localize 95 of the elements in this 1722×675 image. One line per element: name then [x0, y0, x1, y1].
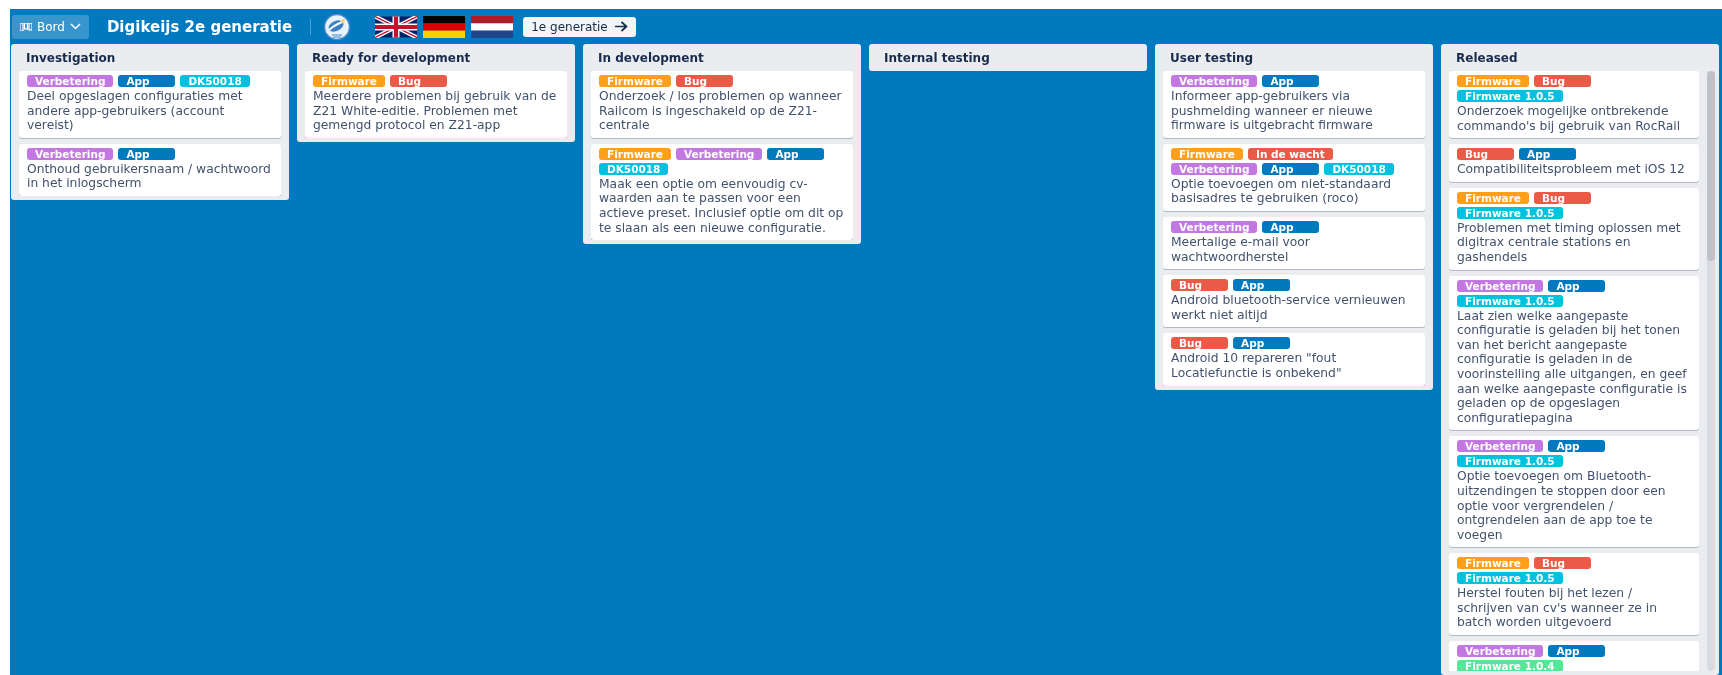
task-card[interactable]: Firmware Bug Firmware 1.0.5 Problemen met timing oplossen met digitrax centrale stations en gashendels [1449, 187, 1699, 270]
card-label: Verbetering [1171, 162, 1258, 175]
card-label: Bug [1457, 148, 1514, 161]
card-label: App [1233, 279, 1290, 292]
card-title: Maak een optie om eenvoudig cv-waarden aan te passen voor een actieve preset. Inclusief optie om dit op te slaan als een nieuwe configuratie. [599, 176, 845, 236]
task-card[interactable]: Verbetering App DK50018 Deel opgeslagen configuraties met andere app-gebruikers (account vereist) [19, 71, 281, 138]
card-label: Bug [1534, 75, 1591, 87]
card-label: Firmware 1.0.5 [1457, 294, 1563, 307]
task-card[interactable]: Firmware Bug Meerdere problemen bij gebruik van de Z21 White-editie. Problemen met gemengd protocol en Z21-app [305, 71, 567, 138]
card-label: App [1262, 75, 1320, 87]
card-title: Onthoud gebruikersnaam / wachtwoord in het inlogscherm [27, 161, 272, 191]
card-title: Laat zien welke aangepaste configuratie is geladen bij het tonen van het bericht aangepaste configuratie is geladen in de voorinstelling alle uitgangen, en geef aan welke aangepaste configuratie is geladen op de opgeslagen configuratiepagina [1457, 308, 1688, 426]
chevron-down-icon [69, 23, 81, 30]
card-label: Firmware [1457, 557, 1529, 570]
card-label: Bug [1171, 337, 1228, 350]
card-title: Android 10 repareren "fout Locatiefunctie is onbekend" [1171, 351, 1343, 381]
card-label: Bug [1171, 279, 1228, 292]
dutch-flag-icon[interactable] [471, 15, 514, 38]
card-label: Verbetering [1171, 220, 1258, 233]
card-label: Firmware 1.0.5 [1457, 206, 1563, 219]
card-label: App [1519, 148, 1576, 161]
card-title: Meertalige e-mail voor wachtwoordherstel [1171, 234, 1311, 265]
list-title[interactable]: Released [1441, 44, 1719, 71]
task-card[interactable]: Verbetering App Firmware 1.0.5 Optie toevoegen om Bluetooth-uitzendingen te stoppen door een optie voor vergrendelen / ontgrendelen aan de app toe te voegen [1449, 436, 1699, 548]
first-generation-link-button[interactable]: 1e generatie [523, 16, 636, 37]
card-label: Firmware [1457, 75, 1529, 87]
card-label: Firmware 1.0.5 [1457, 90, 1563, 102]
task-card[interactable] [1449, 275, 1699, 431]
card-label: Verbetering [1171, 75, 1258, 87]
card-title: Onderzoek / los problemen op wanneer Railcom is ingeschakeld op de Z21-centrale [599, 89, 843, 133]
card-label: Firmware 1.0.5 [1457, 572, 1563, 585]
globe-logo-icon[interactable] [323, 12, 352, 41]
uk-flag-icon[interactable] [375, 15, 418, 38]
list-title[interactable]: Investigation [11, 44, 289, 71]
card-label: Firmware [599, 75, 671, 87]
board-title: Digikeijs 2e generatie [106, 17, 293, 36]
card-label: App [1548, 645, 1606, 658]
board-icon [20, 22, 32, 31]
card-label: App [1262, 162, 1320, 175]
task-card[interactable]: Firmware Verbetering App DK50018 Maak een optie om eenvoudig cv-waarden aan te passen voor een actieve preset. Inclusief optie om dit op te slaan als een nieuwe configuratie. [591, 143, 853, 241]
card-title: Informeer app-gebruikers via pushmelding wanneer er nieuwe firmware is uitgebracht firmware [1171, 89, 1374, 133]
card-label: App [767, 147, 825, 160]
task-card[interactable]: Firmware Bug Onderzoek / los problemen op wanneer Railcom is ingeschakeld op de Z21-centrale [591, 71, 853, 138]
task-card[interactable]: Bug App Android 10 repareren "fout Locatiefunctie is onbekend" [1163, 333, 1425, 386]
card-label: Firmware [599, 147, 671, 160]
list-title[interactable]: In development [583, 44, 861, 71]
card-title: Deel opgeslagen configuraties met andere app-gebruikers (account vereist) [27, 89, 244, 133]
card-title: Herstel fouten bij het lezen / schrijven van cv's wanneer ze in batch worden uitgevoerd [1457, 586, 1659, 631]
card-label: App [1548, 279, 1606, 292]
card-label: Bug [390, 75, 447, 87]
card-label: App [118, 147, 176, 160]
task-card[interactable]: Verbetering App Informeer app-gebruikers via pushmelding wanneer er nieuwe firmware is uitgebracht firmware [1163, 71, 1425, 138]
card-label: Verbetering [1457, 645, 1544, 658]
task-card[interactable]: Verbetering App Onthoud gebruikersnaam / wachtwoord in het inlogscherm [19, 143, 281, 196]
card-title: Optie toevoegen om niet-standaard basisadres te gebruiken (roco) [1171, 176, 1393, 206]
card-label: Firmware [313, 75, 385, 87]
card-title: Onderzoek mogelijke ontbrekende commando's bij gebruik van RocRail [1457, 104, 1682, 134]
card-label: Verbetering [676, 147, 763, 160]
card-label: App [1233, 337, 1290, 350]
scrollbar[interactable] [1707, 71, 1715, 671]
card-label: Bug [1534, 191, 1591, 204]
card-label: Firmware 1.0.4 [1457, 660, 1563, 671]
task-card[interactable]: Firmware Bug Firmware 1.0.5 Herstel fouten bij het lezen / schrijven van cv's wanneer ze in batch worden uitgevoerd [1449, 553, 1699, 636]
list-title[interactable]: Ready for development [297, 44, 575, 71]
card-label: Firmware [1171, 147, 1243, 160]
card-label: DK50018 [1324, 162, 1394, 175]
arrow-right-icon [613, 21, 628, 32]
card-label: Bug [1534, 557, 1591, 570]
list-title[interactable]: User testing [1155, 44, 1433, 71]
task-card[interactable]: Firmware In de wacht Verbetering App DK50018 Optie toevoegen om niet-standaard basisadres te gebruiken (roco) [1163, 143, 1425, 211]
card-label: Verbetering [1457, 279, 1544, 292]
card-title: Problemen met timing oplossen met digitrax centrale stations en gashendels [1457, 220, 1682, 265]
card-label: Verbetering [27, 147, 114, 160]
card-label: App [1262, 220, 1320, 233]
task-card[interactable]: Bug App Android bluetooth-service vernieuwen werkt niet altijd [1163, 275, 1425, 328]
german-flag-icon[interactable] [423, 15, 466, 38]
card-label: Bug [676, 75, 733, 87]
task-card[interactable]: Firmware Bug Firmware 1.0.5 Onderzoek mogelijke ontbrekende commando's bij gebruik van RocRail [1449, 71, 1699, 139]
card-label: Firmware 1.0.5 [1457, 455, 1563, 468]
card-label: Verbetering [27, 75, 114, 87]
card-label: App [118, 75, 176, 87]
card-title: Meerdere problemen bij gebruik van de Z21 White-editie. Problemen met gemengd protocol en Z21-app [313, 89, 558, 133]
card-label: Verbetering [1457, 440, 1544, 453]
card-label: DK50018 [599, 162, 669, 175]
card-title: Optie toevoegen om Bluetooth-uitzendingen te stoppen door een optie voor vergrendelen / ontgrendelen aan de app toe te voegen [1457, 469, 1667, 543]
card-title: Compatibiliteitsprobleem met iOS 12 [1457, 162, 1686, 177]
card-title: Android bluetooth-service vernieuwen werkt niet altijd [1171, 293, 1407, 323]
task-card[interactable]: Verbetering App Meertalige e-mail voor wachtwoordherstel [1163, 216, 1425, 270]
task-card[interactable]: Bug App Compatibiliteitsprobleem met iOS 12 [1449, 144, 1699, 182]
card-label: App [1548, 440, 1606, 453]
list-title[interactable]: Internal testing [869, 44, 1147, 71]
task-card[interactable]: Verbetering App Firmware 1.0.4 [1449, 641, 1699, 671]
card-label: In de wacht [1248, 147, 1333, 160]
card-label: DK50018 [180, 75, 250, 87]
card-label: Firmware [1457, 191, 1529, 204]
